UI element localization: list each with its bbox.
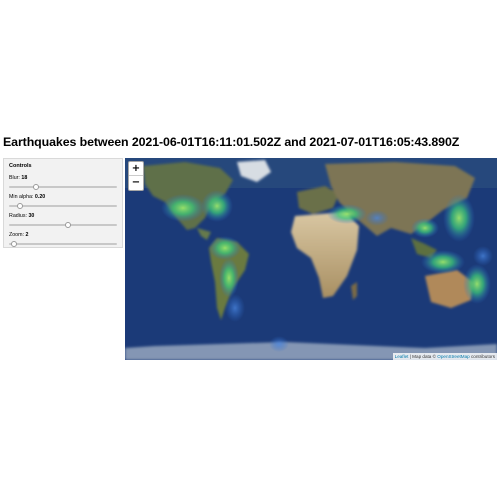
blur-slider[interactable]: [9, 183, 117, 190]
heat-blob-indonesia: [421, 250, 465, 274]
map-view[interactable]: + − Leaflet | Map data © OpenStreetMap c…: [125, 158, 497, 360]
zoom-label: Zoom:: [9, 232, 26, 238]
blur-value: 18: [21, 175, 28, 181]
blur-label: Blur:: [9, 175, 22, 181]
zoom-control: Zoom: 2: [7, 232, 119, 247]
heat-blob-tonga: [463, 264, 491, 304]
zoom-buttons: + −: [128, 161, 144, 191]
min-alpha-label: Min alpha:: [9, 194, 35, 200]
heat-blob-west-coast: [201, 190, 233, 222]
heat-blob-andes: [219, 258, 239, 298]
controls-panel: Controls Blur: 18 Min alpha: 0.20 Radius…: [3, 158, 123, 248]
radius-slider-track[interactable]: [9, 224, 117, 226]
heat-blob-vanuatu: [473, 246, 493, 266]
zoom-out-button[interactable]: −: [129, 176, 143, 190]
radius-label: Radius:: [9, 213, 29, 219]
zoom-slider-track[interactable]: [9, 243, 117, 245]
min-alpha-slider[interactable]: [9, 202, 117, 209]
heat-blob-japan: [443, 194, 475, 242]
leaflet-link[interactable]: Leaflet: [395, 354, 409, 359]
attribution-separator: | Map data ©: [408, 354, 438, 359]
map-attribution: Leaflet | Map data © OpenStreetMap contr…: [392, 353, 497, 360]
heat-blob-central-america: [209, 236, 241, 260]
page-title: Earthquakes between 2021-06-01T16:11:01.…: [3, 135, 460, 149]
map-canvas[interactable]: [125, 158, 497, 360]
zoom-slider[interactable]: [9, 240, 117, 247]
blur-slider-thumb[interactable]: [33, 183, 39, 190]
zoom-value: 2: [25, 232, 29, 238]
radius-slider[interactable]: [9, 221, 117, 228]
heat-blob-alaska: [161, 194, 205, 222]
radius-control: Radius: 30: [7, 213, 119, 228]
heat-blob-mediterranean: [327, 204, 367, 224]
zoom-slider-thumb[interactable]: [11, 240, 18, 247]
min-alpha-slider-track[interactable]: [9, 205, 117, 207]
controls-heading: Controls: [9, 163, 32, 169]
radius-value: 30: [28, 213, 35, 219]
heat-blob-iran: [365, 210, 389, 226]
radius-slider-thumb[interactable]: [65, 221, 72, 228]
blur-slider-track[interactable]: [9, 186, 117, 188]
min-alpha-control: Min alpha: 0.20: [7, 194, 119, 209]
min-alpha-value: 0.20: [34, 194, 46, 200]
blur-control: Blur: 18: [7, 175, 119, 190]
openstreetmap-link[interactable]: OpenStreetMap: [437, 354, 469, 359]
zoom-in-button[interactable]: +: [129, 162, 143, 176]
heat-blob-chile: [225, 294, 245, 322]
attribution-suffix: contributors: [469, 354, 495, 359]
min-alpha-slider-thumb[interactable]: [16, 202, 23, 209]
heat-blob-south-atlantic: [269, 336, 289, 352]
heat-blob-himalaya: [411, 218, 439, 238]
